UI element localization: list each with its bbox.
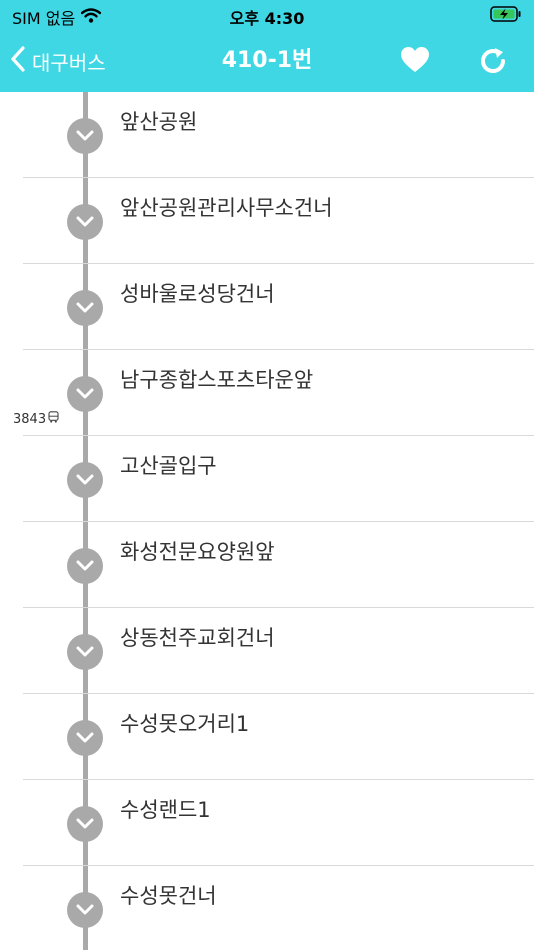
stop-item[interactable]: 고산골입구	[0, 436, 534, 522]
status-bar: SIM 없음 오후 4:30	[0, 0, 534, 30]
favorite-button[interactable]	[400, 46, 434, 76]
chevron-down-icon	[76, 388, 94, 399]
stop-name: 성바울로성당건너	[120, 282, 275, 306]
page-title: 410-1번	[221, 48, 313, 73]
stop-marker	[67, 720, 103, 756]
chevron-down-icon	[76, 130, 94, 141]
stop-item[interactable]: 화성전문요양원앞	[0, 522, 534, 608]
status-time: 오후 4:30	[229, 9, 305, 28]
stop-name: 수성못오거리1	[120, 712, 250, 736]
bus-number: 3843	[13, 411, 47, 427]
chevron-left-icon	[10, 46, 26, 76]
stop-marker	[67, 204, 103, 240]
stop-item[interactable]: 수성못오거리1	[0, 694, 534, 780]
stop-item[interactable]: 수성랜드1	[0, 780, 534, 866]
stop-name: 화성전문요양원앞	[120, 540, 275, 564]
stop-name: 앞산공원	[120, 110, 198, 134]
back-button[interactable]: 대구버스	[10, 30, 106, 92]
stop-item[interactable]: 남구종합스포츠타운앞	[0, 350, 534, 436]
stop-list[interactable]: 앞산공원 앞산공원관리사무소건너 성바울로성당건너 남구종합스포츠타운앞 384…	[0, 92, 534, 950]
stop-marker	[67, 806, 103, 842]
stop-name: 수성못건너	[120, 884, 217, 908]
chevron-down-icon	[76, 732, 94, 743]
stop-name: 상동천주교회건너	[120, 626, 275, 650]
back-label: 대구버스	[32, 50, 106, 75]
refresh-button[interactable]	[476, 44, 510, 78]
stop-marker	[67, 462, 103, 498]
chevron-down-icon	[76, 904, 94, 915]
stop-name: 앞산공원관리사무소건너	[120, 196, 333, 220]
refresh-icon	[476, 48, 510, 82]
stop-marker	[67, 376, 103, 412]
stop-item[interactable]: 수성못건너	[0, 866, 534, 950]
stop-name: 남구종합스포츠타운앞	[120, 368, 314, 392]
stop-item[interactable]: 앞산공원관리사무소건너	[0, 178, 534, 264]
stop-marker	[67, 118, 103, 154]
chevron-down-icon	[76, 560, 94, 571]
navigation-bar: 대구버스 410-1번	[0, 30, 534, 92]
stop-item[interactable]: 앞산공원	[0, 92, 534, 178]
bus-icon	[48, 411, 59, 427]
stop-item[interactable]: 성바울로성당건너	[0, 264, 534, 350]
chevron-down-icon	[76, 216, 94, 227]
stop-name: 수성랜드1	[120, 798, 211, 822]
stop-name: 고산골입구	[120, 454, 217, 478]
chevron-down-icon	[76, 646, 94, 657]
chevron-down-icon	[76, 302, 94, 313]
stop-marker	[67, 290, 103, 326]
chevron-down-icon	[76, 818, 94, 829]
stop-item[interactable]: 상동천주교회건너	[0, 608, 534, 694]
stop-marker	[67, 634, 103, 670]
heart-icon	[400, 47, 430, 78]
chevron-down-icon	[76, 474, 94, 485]
battery-charging-icon	[490, 6, 522, 26]
stop-marker	[67, 548, 103, 584]
bus-position-marker[interactable]: 3843	[13, 411, 59, 427]
stop-marker	[67, 892, 103, 928]
